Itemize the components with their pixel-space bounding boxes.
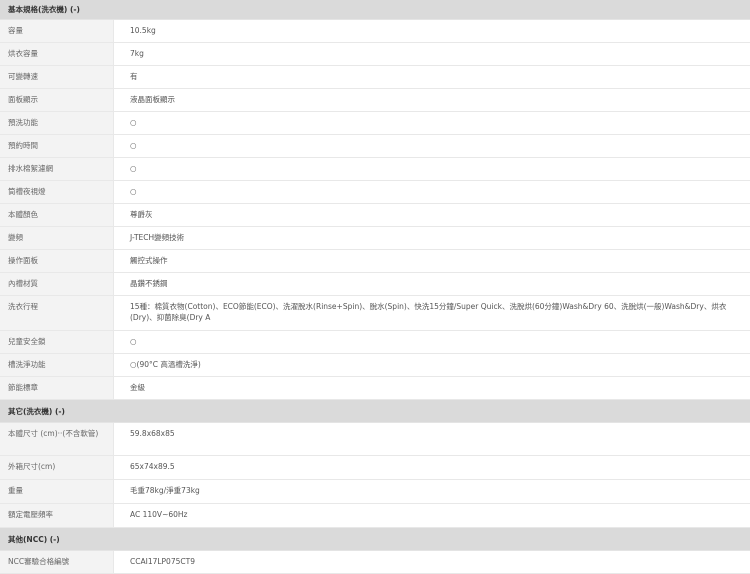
spec-row-control-panel: 操作面板 觸控式操作 <box>0 250 750 273</box>
spec-label: 兒童安全鎖 <box>0 331 114 353</box>
spec-row-lint-filter: 排水棉絮濾網 ○ <box>0 158 750 181</box>
spec-label: 面板顯示 <box>0 89 114 111</box>
spec-value: ○ <box>130 164 137 173</box>
spec-label: 容量 <box>0 20 114 42</box>
spec-label: NCC審驗合格編號 <box>0 551 114 573</box>
spec-row-capacity: 容量 10.5kg <box>0 20 750 43</box>
spec-label: 筒槽夜視燈 <box>0 181 114 203</box>
spec-value: 有 <box>130 72 138 81</box>
spec-row-drum-light: 筒槽夜視燈 ○ <box>0 181 750 204</box>
section-header-other: 其它(洗衣機) (-) <box>0 400 750 423</box>
spec-value: 尊爵灰 <box>130 210 153 219</box>
section-header-basic-specs: 基本規格(洗衣機) (-) <box>0 0 750 20</box>
spec-value: 15種：棉質衣物(Cotton)、ECO節能(ECO)、洗濯脫水(Rinse+S… <box>130 302 727 322</box>
spec-value: 59.8x68x85 <box>130 429 175 438</box>
spec-label: 內槽材質 <box>0 273 114 295</box>
spec-value: 毛重78kg/淨重73kg <box>130 486 200 495</box>
spec-value: ○ <box>130 187 137 196</box>
spec-value: 金級 <box>130 383 145 392</box>
spec-row-box-size: 外箱尺寸(cm) 65x74x89.5 <box>0 456 750 480</box>
spec-row-body-size: 本體尺寸 (cm)‧‧(不含軟管) 59.8x68x85 <box>0 423 750 456</box>
spec-row-panel-display: 面板顯示 液晶面板顯示 <box>0 89 750 112</box>
spec-row-wash-programs: 洗衣行程 15種：棉質衣物(Cotton)、ECO節能(ECO)、洗濯脫水(Ri… <box>0 296 750 331</box>
spec-value: ○ <box>130 118 137 127</box>
spec-row-variable-speed: 可變轉速 有 <box>0 66 750 89</box>
spec-label: 額定電壓頻率 <box>0 504 114 527</box>
spec-label: 預約時間 <box>0 135 114 157</box>
spec-row-weight: 重量 毛重78kg/淨重73kg <box>0 480 750 504</box>
spec-label: 重量 <box>0 480 114 503</box>
spec-value: 65x74x89.5 <box>130 462 175 471</box>
spec-label: 可變轉速 <box>0 66 114 88</box>
spec-value: 10.5kg <box>130 26 156 35</box>
spec-value: 晶鑽不銹鋼 <box>130 279 168 288</box>
spec-row-voltage: 額定電壓頻率 AC 110V~60Hz <box>0 504 750 528</box>
spec-row-body-color: 本體顏色 尊爵灰 <box>0 204 750 227</box>
spec-row-child-lock: 兒童安全鎖 ○ <box>0 331 750 354</box>
spec-label: 烘衣容量 <box>0 43 114 65</box>
spec-label: 變頻 <box>0 227 114 249</box>
spec-value: J-TECH變頻技術 <box>130 233 185 242</box>
spec-value: 液晶面板顯示 <box>130 95 175 104</box>
spec-row-dryer-capacity: 烘衣容量 7kg <box>0 43 750 66</box>
spec-label: 本體顏色 <box>0 204 114 226</box>
spec-label: 節能標章 <box>0 377 114 399</box>
spec-value: ○(90°C 高溫槽洗淨) <box>130 360 201 369</box>
spec-row-inverter: 變頻 J-TECH變頻技術 <box>0 227 750 250</box>
spec-row-energy-label: 節能標章 金級 <box>0 377 750 400</box>
spec-row-tub-clean: 槽洗淨功能 ○(90°C 高溫槽洗淨) <box>0 354 750 377</box>
spec-label: 操作面板 <box>0 250 114 272</box>
spec-value: ○ <box>130 141 137 150</box>
spec-label: 洗衣行程 <box>0 296 114 330</box>
spec-value: ○ <box>130 337 137 346</box>
spec-value: CCAI17LP075CT9 <box>130 557 195 566</box>
spec-label: 本體尺寸 (cm)‧‧(不含軟管) <box>0 423 114 455</box>
spec-value: 觸控式操作 <box>130 256 168 265</box>
section-header-ncc: 其他(NCC) (-) <box>0 528 750 551</box>
spec-value: AC 110V~60Hz <box>130 510 188 519</box>
spec-label: 排水棉絮濾網 <box>0 158 114 180</box>
spec-row-timer: 預約時間 ○ <box>0 135 750 158</box>
spec-label: 預洗功能 <box>0 112 114 134</box>
spec-table: 基本規格(洗衣機) (-) 容量 10.5kg 烘衣容量 7kg 可變轉速 有 … <box>0 0 750 574</box>
spec-row-prewash: 預洗功能 ○ <box>0 112 750 135</box>
spec-row-drum-material: 內槽材質 晶鑽不銹鋼 <box>0 273 750 296</box>
spec-label: 槽洗淨功能 <box>0 354 114 376</box>
spec-value: 7kg <box>130 49 144 58</box>
spec-label: 外箱尺寸(cm) <box>0 456 114 479</box>
